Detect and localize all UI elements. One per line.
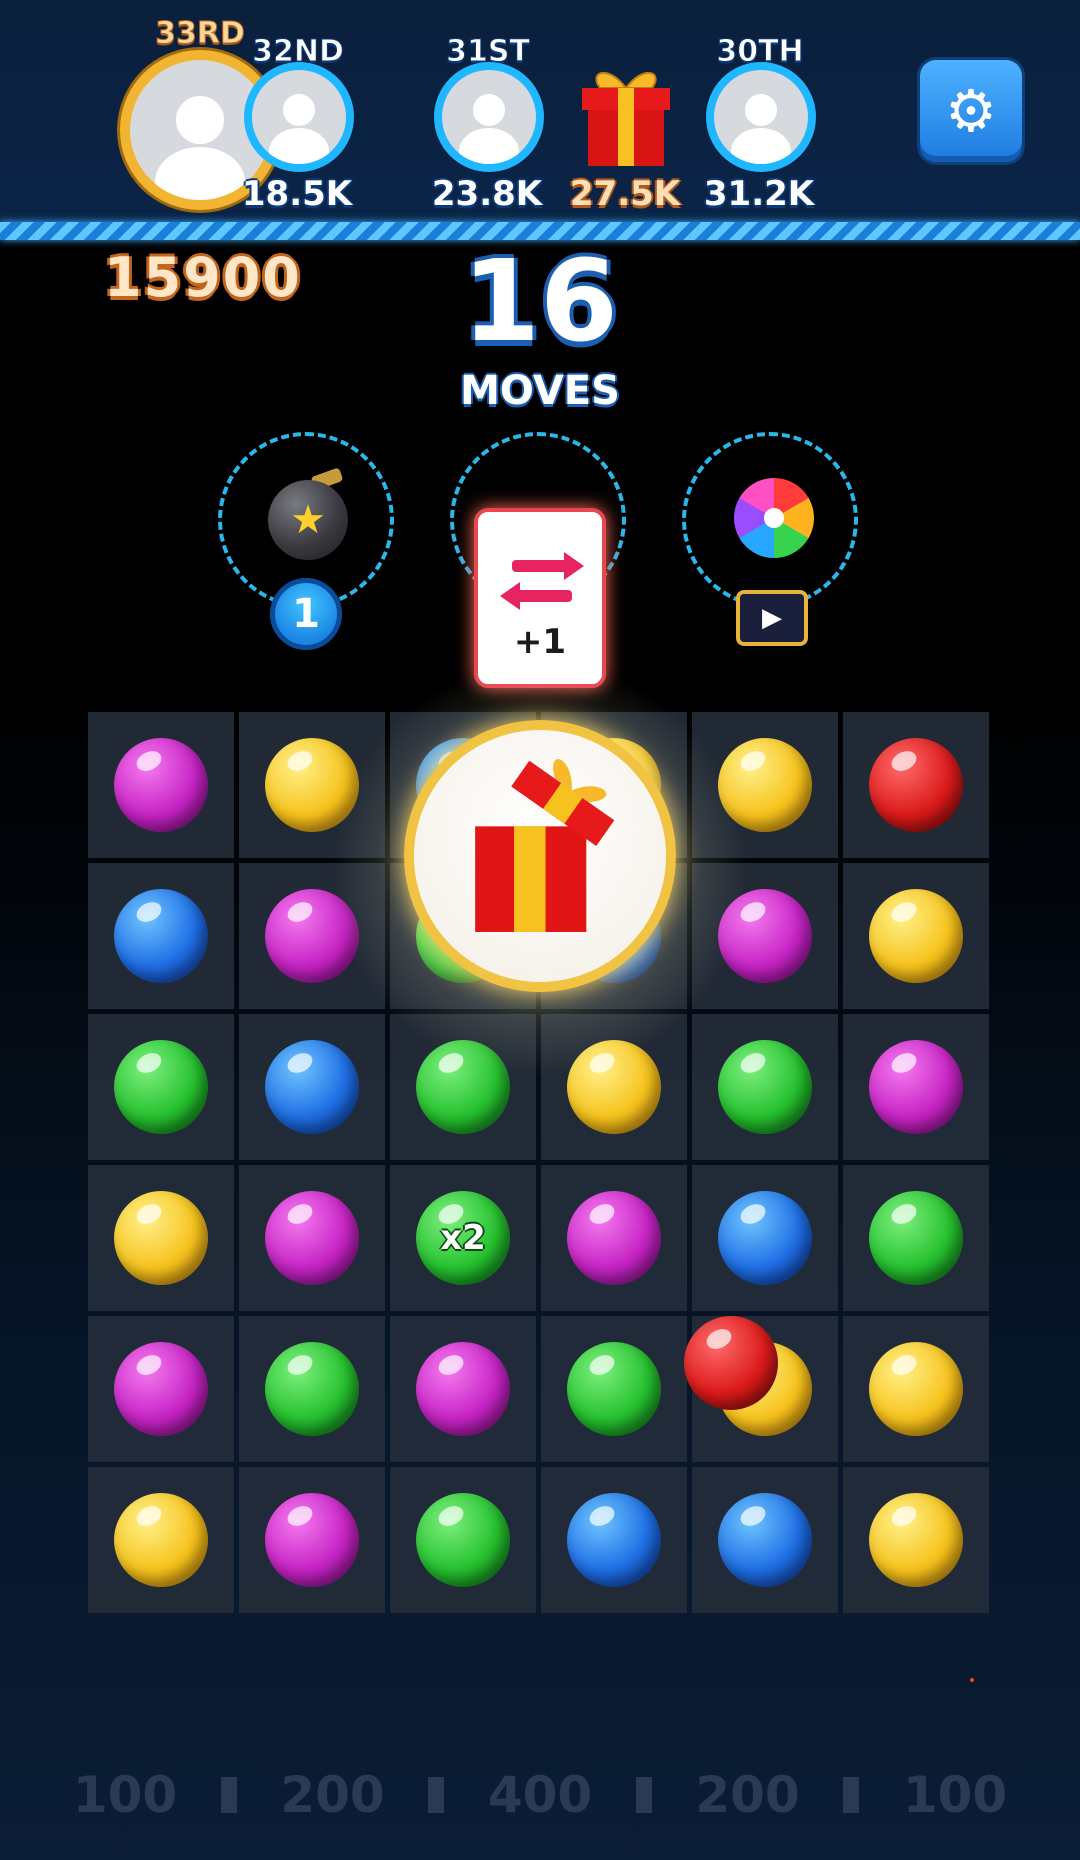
player-score-30th: 31.2K: [703, 174, 815, 214]
board-cell[interactable]: [239, 1316, 385, 1462]
gift-box-icon: [475, 759, 615, 932]
board-cell[interactable]: [88, 1467, 234, 1613]
ball-yellow[interactable]: [114, 1493, 208, 1587]
reward-score: 27.5K: [569, 174, 681, 214]
ball-purple[interactable]: [265, 1493, 359, 1587]
ball-purple[interactable]: [114, 1342, 208, 1436]
board-cell[interactable]: [239, 1467, 385, 1613]
board-cell[interactable]: [843, 863, 989, 1009]
board-cell[interactable]: [541, 1165, 687, 1311]
ball-purple[interactable]: [265, 1191, 359, 1285]
swap-arrows-icon: [512, 560, 572, 572]
pinwheel-icon[interactable]: [734, 478, 814, 558]
board-cell[interactable]: [843, 1467, 989, 1613]
watch-video-icon[interactable]: ▶: [736, 590, 808, 646]
ball-green[interactable]: [114, 1040, 208, 1134]
player-avatar-31st[interactable]: [434, 62, 544, 172]
board-cell[interactable]: [843, 1316, 989, 1462]
ball-green[interactable]: [718, 1040, 812, 1134]
multiplier-slot: 400: [487, 1766, 593, 1824]
ball-red[interactable]: [869, 738, 963, 832]
board-cell[interactable]: [843, 1014, 989, 1160]
falling-ball-red: [684, 1316, 778, 1410]
board-cell[interactable]: x2: [390, 1165, 536, 1311]
ball-yellow[interactable]: [869, 889, 963, 983]
multiplier-slot: 100: [72, 1766, 178, 1824]
ball-purple[interactable]: [567, 1191, 661, 1285]
ball-green[interactable]: [869, 1191, 963, 1285]
board-cell[interactable]: [88, 1316, 234, 1462]
bomb-icon[interactable]: ★: [268, 480, 348, 560]
board-cell[interactable]: [88, 712, 234, 858]
ball-green[interactable]: [416, 1493, 510, 1587]
ball-blue[interactable]: [718, 1191, 812, 1285]
board-cell[interactable]: [88, 1014, 234, 1160]
ball-purple[interactable]: [869, 1040, 963, 1134]
divider: [635, 1777, 652, 1813]
drop-multiplier-row: 100 200 400 200 100: [60, 1760, 1020, 1830]
ball-purple[interactable]: [416, 1342, 510, 1436]
ball-purple[interactable]: [114, 738, 208, 832]
ball-blue[interactable]: [265, 1040, 359, 1134]
player-avatar-32nd[interactable]: [244, 62, 354, 172]
ball-green[interactable]: [265, 1342, 359, 1436]
board-cell[interactable]: [88, 863, 234, 1009]
ball-blue[interactable]: [567, 1493, 661, 1587]
board-cell[interactable]: [541, 1467, 687, 1613]
settings-button[interactable]: ⚙: [920, 60, 1022, 162]
divider: [220, 1777, 237, 1813]
total-score: 15900: [104, 246, 302, 309]
ball-blue[interactable]: [114, 889, 208, 983]
multiplier-slot: 200: [695, 1766, 800, 1824]
board-cell[interactable]: [390, 1467, 536, 1613]
bomb-count-badge: 1: [270, 578, 342, 650]
board-cell[interactable]: [541, 1316, 687, 1462]
divider: [428, 1777, 445, 1813]
ball-yellow[interactable]: [869, 1493, 963, 1587]
gift-icon[interactable]: [578, 58, 674, 168]
board-cell[interactable]: [692, 1467, 838, 1613]
board-cell[interactable]: [692, 1165, 838, 1311]
ball-blue[interactable]: [718, 1493, 812, 1587]
ball-green[interactable]: x2: [416, 1191, 510, 1285]
multiplier-slot: 100: [902, 1766, 1008, 1824]
gear-icon: ⚙: [945, 77, 997, 145]
divider: [843, 1777, 860, 1813]
board-cell[interactable]: [390, 1316, 536, 1462]
multiplier-badge: x2: [440, 1218, 486, 1258]
moves-label: MOVES: [460, 368, 620, 414]
gift-reward-popup[interactable]: [404, 720, 676, 992]
board-cell[interactable]: [88, 1165, 234, 1311]
board-cell[interactable]: [843, 712, 989, 858]
moves-count: 16: [462, 237, 618, 367]
board-cell[interactable]: [239, 1014, 385, 1160]
board-cell[interactable]: [239, 1165, 385, 1311]
ball-green[interactable]: [567, 1342, 661, 1436]
multiplier-slot: 200: [280, 1766, 385, 1824]
player-score-31st: 23.8K: [431, 174, 543, 214]
player-avatar-30th[interactable]: [706, 62, 816, 172]
ball-yellow[interactable]: [869, 1342, 963, 1436]
board-cell[interactable]: [843, 1165, 989, 1311]
ball-yellow[interactable]: [114, 1191, 208, 1285]
spark: [970, 1678, 974, 1682]
swap-reward-label: +1: [513, 622, 567, 662]
board-cell[interactable]: [692, 1014, 838, 1160]
player-score-32nd: 18.5K: [241, 174, 353, 214]
